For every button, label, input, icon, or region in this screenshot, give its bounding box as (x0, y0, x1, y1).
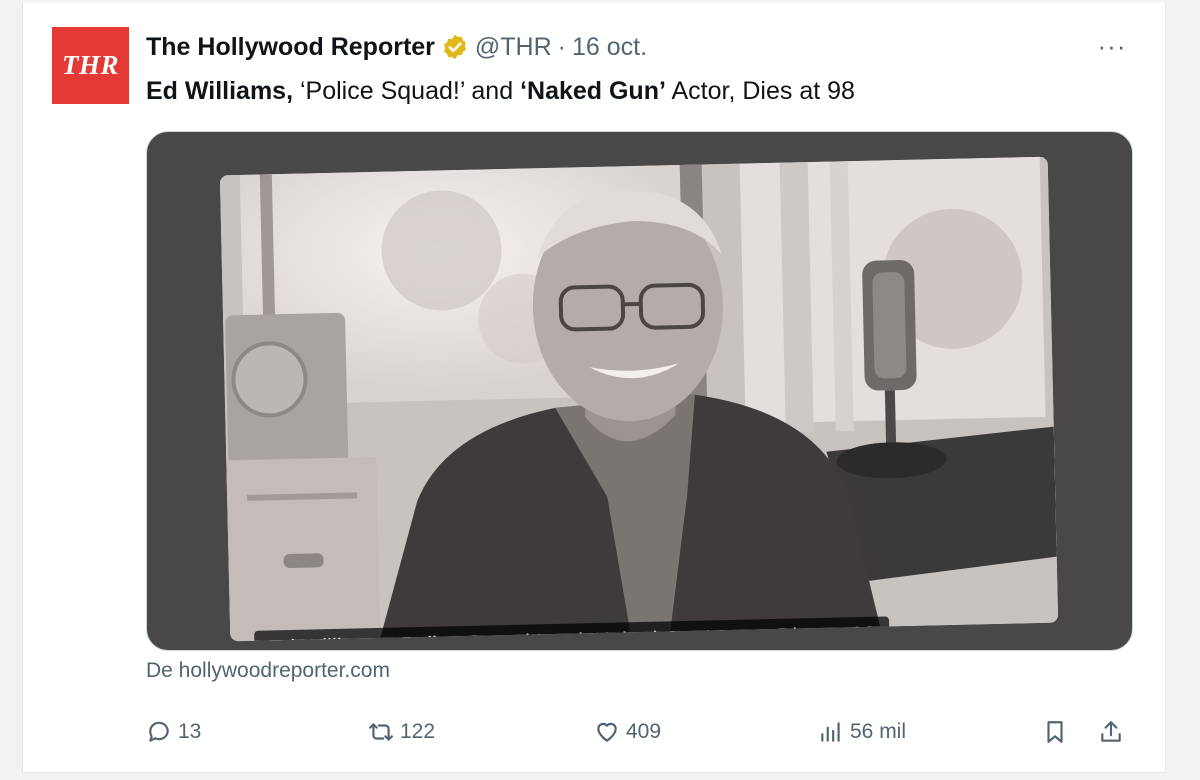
views-count: 56 mil (850, 720, 907, 743)
like-count: 409 (626, 720, 662, 743)
verified-badge-icon (441, 33, 469, 61)
retweet-button[interactable]: 122 (368, 712, 435, 752)
article-photo: Ed Williams, ‘Police Squad!’ and ‘Naked … (219, 156, 1059, 642)
bookmark-icon (1047, 721, 1063, 743)
views-button[interactable]: 56 mil (818, 712, 906, 752)
tweet-header: The Hollywood Reporter @THR · 16 oct. (146, 30, 647, 64)
retweet-icon (369, 723, 393, 741)
tweet-date[interactable]: 16 oct. (572, 30, 647, 64)
separator-dot: · (557, 33, 566, 61)
reply-button[interactable]: 13 (146, 712, 201, 752)
like-button[interactable]: 409 (594, 712, 661, 752)
tweet-text-part-2: ‘Police Squad!’ and (293, 77, 521, 105)
tweet-text-part-4: Actor, Dies at 98 (665, 77, 855, 105)
reply-count: 13 (178, 720, 202, 743)
avatar-logo-text: THR (61, 50, 119, 80)
tweet-text: Ed Williams, ‘Police Squad!’ and ‘Naked … (146, 74, 855, 108)
reply-icon (149, 721, 169, 742)
link-card-media[interactable]: Ed Williams, ‘Police Squad!’ and ‘Naked … (146, 131, 1133, 651)
tweet-text-bold-2: ‘Naked Gun’ (520, 77, 666, 105)
author-handle[interactable]: @THR (475, 30, 552, 64)
retweet-count: 122 (400, 720, 436, 743)
share-icon (1101, 721, 1121, 742)
tweet-text-bold-1: Ed Williams, (146, 77, 294, 105)
heart-icon (597, 722, 617, 742)
more-options-icon[interactable]: ··· (1092, 28, 1132, 64)
analytics-icon (821, 722, 840, 742)
share-button[interactable] (1098, 712, 1124, 752)
more-options-label: ··· (1097, 30, 1127, 61)
action-bar: 13 122 409 56 mil (146, 712, 1136, 752)
author-name[interactable]: The Hollywood Reporter (146, 30, 435, 64)
link-source[interactable]: De hollywoodreporter.com (146, 656, 390, 686)
bookmark-button[interactable] (1042, 712, 1068, 752)
avatar[interactable]: THR (52, 27, 129, 104)
